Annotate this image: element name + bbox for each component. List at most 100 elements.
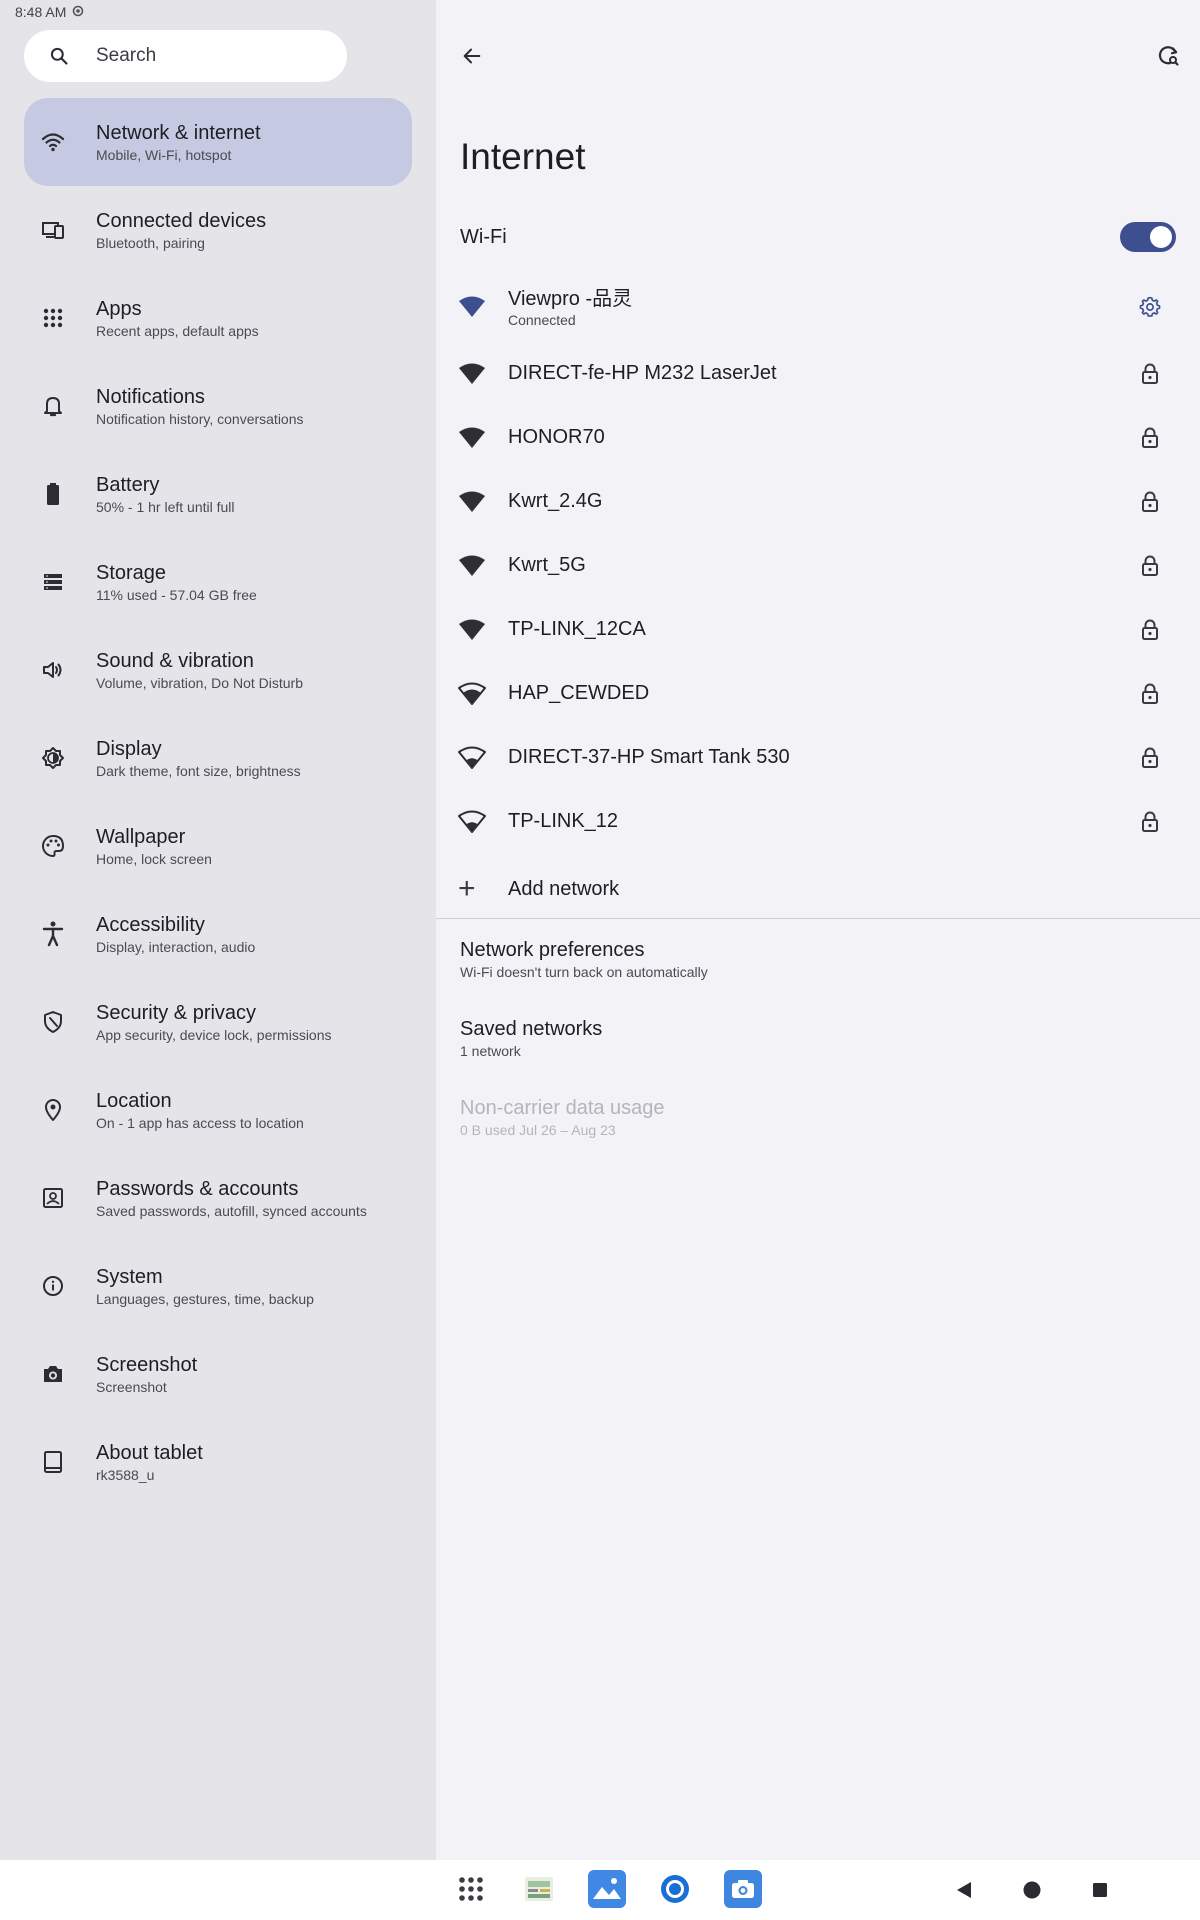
sidebar-item-text: Accessibility Display, interaction, audio <box>96 913 255 957</box>
network-settings-gear-icon[interactable] <box>1138 295 1162 319</box>
divider <box>436 918 1200 919</box>
sidebar-item-connected-devices[interactable]: Connected devices Bluetooth, pairing <box>24 186 412 274</box>
sidebar-item-text: About tablet rk3588_u <box>96 1441 203 1485</box>
nav-recents-button[interactable] <box>1088 1872 1112 1908</box>
sidebar-item-title: Screenshot <box>96 1354 198 1376</box>
saved-networks-item[interactable]: Saved networks 1 network <box>460 1017 602 1061</box>
sidebar-item-storage[interactable]: Storage 11% used - 57.04 GB free <box>24 538 412 626</box>
sidebar-item-text: Connected devices Bluetooth, pairing <box>96 209 266 253</box>
navigation-bar <box>0 1860 1200 1920</box>
app-drawer-button[interactable] <box>452 1870 490 1908</box>
sidebar-item-notifications[interactable]: Notifications Notification history, conve… <box>24 362 412 450</box>
info-icon <box>36 1269 70 1303</box>
dock-app-browser[interactable] <box>656 1870 694 1908</box>
lock-icon <box>1138 682 1162 706</box>
sidebar-item-text: System Languages, gestures, time, backup <box>96 1265 314 1309</box>
search-icon <box>48 45 70 67</box>
add-network-button[interactable]: + Add network <box>436 870 1200 910</box>
lock-icon <box>1138 746 1162 770</box>
nav-home-button[interactable] <box>1020 1872 1044 1908</box>
dock-app-camera[interactable] <box>724 1870 762 1908</box>
network-list: Viewpro -品灵 Connected DIRECT-fe-HP M232 La… <box>436 272 1200 854</box>
sidebar-item-text: Wallpaper Home, lock screen <box>96 825 212 869</box>
wifi-find-icon <box>1158 46 1179 66</box>
network-row[interactable]: Kwrt_2.4G <box>436 470 1200 534</box>
sidebar-item-subtitle: 50% - 1 hr left until full <box>96 499 235 515</box>
sidebar-item-location[interactable]: Location On - 1 app has access to locatio… <box>24 1066 412 1154</box>
taskbar-dock <box>452 1870 762 1908</box>
back-button[interactable] <box>456 40 488 72</box>
sidebar-item-wallpaper[interactable]: Wallpaper Home, lock screen <box>24 802 412 890</box>
network-row[interactable]: Kwrt_5G <box>436 534 1200 598</box>
network-row[interactable]: HAP_CEWDED <box>436 662 1200 726</box>
sidebar-item-display[interactable]: Display Dark theme, font size, brightness <box>24 714 412 802</box>
network-name: HAP_CEWDED <box>508 682 650 704</box>
internet-page: Internet Wi-Fi Viewpro -品灵 Connected DIREC… <box>436 0 1200 1860</box>
sidebar-item-text: Location On - 1 app has access to locatio… <box>96 1089 304 1133</box>
page-title: Internet <box>460 136 586 177</box>
sidebar-item-title: Storage <box>96 562 167 584</box>
arrow-back-icon <box>463 48 481 64</box>
network-preferences-item[interactable]: Network preferences Wi-Fi doesn't turn b… <box>460 938 708 982</box>
search-bar[interactable]: Search <box>24 30 347 82</box>
sidebar-item-text: Security & privacy App security, device l… <box>96 1001 332 1045</box>
sidebar-item-passwords-accounts[interactable]: Passwords & accounts Saved passwords, aut… <box>24 1154 412 1242</box>
battery-icon <box>36 477 70 511</box>
network-row[interactable]: TP-LINK_12 <box>436 790 1200 854</box>
dock-app-photos[interactable] <box>588 1870 626 1908</box>
wifi-signal-icon <box>458 746 486 770</box>
storage-icon <box>36 565 70 599</box>
sidebar-item-title: Apps <box>96 298 142 320</box>
wifi-toggle-row[interactable]: Wi-Fi <box>460 222 1176 252</box>
system-navigation <box>952 1872 1112 1908</box>
wifi-switch[interactable] <box>1120 222 1176 252</box>
sidebar-item-subtitle: On - 1 app has access to location <box>96 1115 304 1131</box>
connected-network-row[interactable]: Viewpro -品灵 Connected <box>436 272 1200 342</box>
nav-back-button[interactable] <box>952 1872 976 1908</box>
sidebar-item-text: Storage 11% used - 57.04 GB free <box>96 561 257 605</box>
brightness-icon <box>36 741 70 775</box>
photo-widget-icon <box>525 1877 553 1901</box>
sidebar-item-subtitle: Notification history, conversations <box>96 411 304 427</box>
sidebar-item-security-privacy[interactable]: Security & privacy App security, device l… <box>24 978 412 1066</box>
sidebar-nav: Network & internet Mobile, Wi-Fi, hotspot… <box>24 98 412 1506</box>
sidebar-item-accessibility[interactable]: Accessibility Display, interaction, audio <box>24 890 412 978</box>
wifi-icon <box>36 125 70 159</box>
sidebar-item-subtitle: Display, interaction, audio <box>96 939 256 955</box>
sidebar-item-screenshot[interactable]: Screenshot Screenshot <box>24 1330 412 1418</box>
data-usage-subtitle: 0 B used Jul 26 – Aug 23 <box>460 1122 616 1138</box>
image-icon <box>591 1873 623 1905</box>
network-row[interactable]: HONOR70 <box>436 406 1200 470</box>
square-recents-icon <box>1093 1883 1107 1897</box>
sidebar-item-sound-vibration[interactable]: Sound & vibration Volume, vibration, Do N… <box>24 626 412 714</box>
wifi-signal-icon <box>458 682 486 706</box>
network-row[interactable]: DIRECT-fe-HP M232 LaserJet <box>436 342 1200 406</box>
sidebar-item-system[interactable]: System Languages, gestures, time, backup <box>24 1242 412 1330</box>
sidebar-item-title: Display <box>96 738 162 760</box>
sidebar-item-about-tablet[interactable]: About tablet rk3588_u <box>24 1418 412 1506</box>
network-row[interactable]: DIRECT-37-HP Smart Tank 530 <box>436 726 1200 790</box>
circle-home-icon <box>1023 1881 1041 1899</box>
apps-grid-icon <box>36 301 70 335</box>
triangle-back-icon <box>957 1882 971 1898</box>
sidebar-item-apps[interactable]: Apps Recent apps, default apps <box>24 274 412 362</box>
wifi-switch-knob <box>1150 226 1172 248</box>
sidebar-item-network-internet[interactable]: Network & internet Mobile, Wi-Fi, hotspot <box>24 98 412 186</box>
wifi-signal-icon <box>458 426 486 450</box>
sidebar-item-battery[interactable]: Battery 50% - 1 hr left until full <box>24 450 412 538</box>
refresh-networks-button[interactable] <box>1152 40 1184 72</box>
sidebar-item-title: About tablet <box>96 1442 203 1464</box>
network-row[interactable]: TP-LINK_12CA <box>436 598 1200 662</box>
dock-app-gallery-widget[interactable] <box>520 1870 558 1908</box>
accessibility-icon <box>36 917 70 951</box>
sidebar-item-title: Passwords & accounts <box>96 1178 299 1200</box>
sidebar-item-title: Location <box>96 1090 172 1112</box>
lock-icon <box>1138 554 1162 578</box>
network-name: TP-LINK_12 <box>508 810 619 832</box>
sidebar-item-subtitle: Recent apps, default apps <box>96 323 259 339</box>
wifi-signal-icon <box>458 810 486 834</box>
search-placeholder: Search <box>96 45 157 66</box>
palette-icon <box>36 829 70 863</box>
lock-icon <box>1138 810 1162 834</box>
network-preferences-title: Network preferences <box>460 939 645 961</box>
